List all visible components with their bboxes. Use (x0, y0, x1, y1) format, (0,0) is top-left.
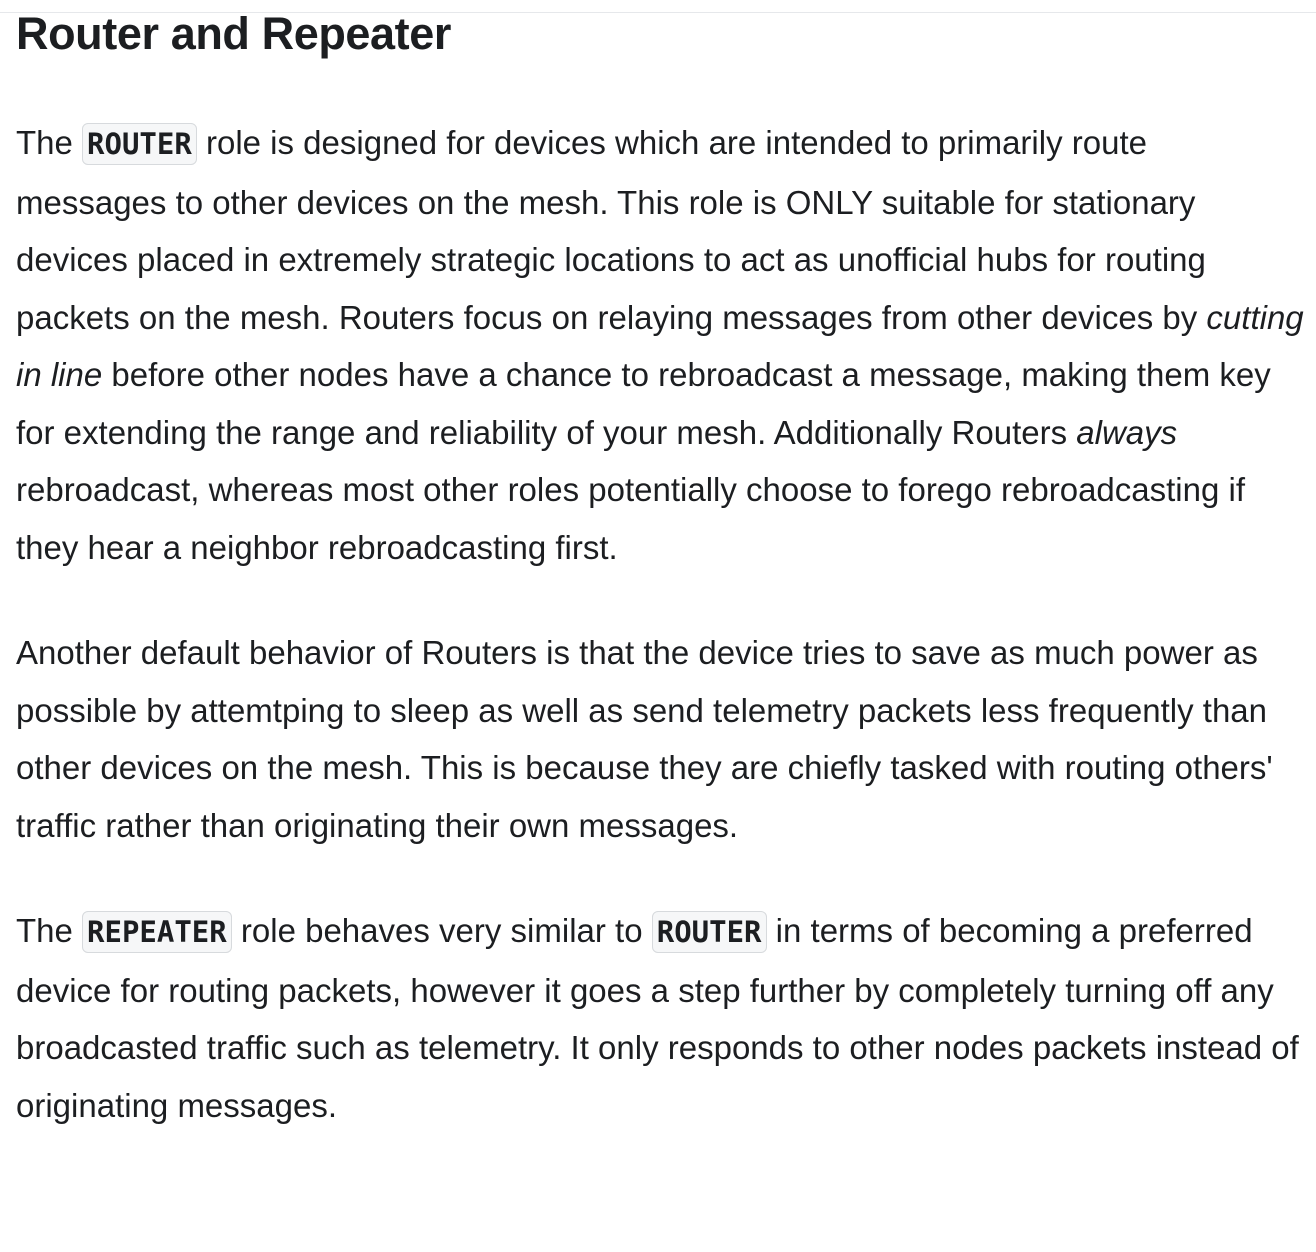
paragraph-text: Another default behavior of Routers is t… (16, 634, 1273, 844)
paragraph-text: The (16, 912, 83, 949)
repeater-code-chip: REPEATER (82, 911, 232, 953)
paragraph-text: The (16, 124, 83, 161)
paragraph-text: rebroadcast, whereas most other roles po… (16, 471, 1246, 566)
section-heading: Router and Repeater (16, 8, 451, 59)
router-code-chip: ROUTER (651, 911, 767, 953)
doc-section: Router and Repeater The ROUTER role is d… (16, 6, 1306, 1134)
repeater-paragraph: The REPEATER role behaves very similar t… (16, 902, 1306, 1134)
router-code-chip: ROUTER (82, 123, 197, 165)
router-power-paragraph: Another default behavior of Routers is t… (16, 624, 1306, 854)
emphasis-text: always (1076, 413, 1178, 451)
paragraph-text: role behaves very similar to (231, 912, 652, 949)
router-paragraph: The ROUTER role is designed for devices … (16, 114, 1306, 576)
